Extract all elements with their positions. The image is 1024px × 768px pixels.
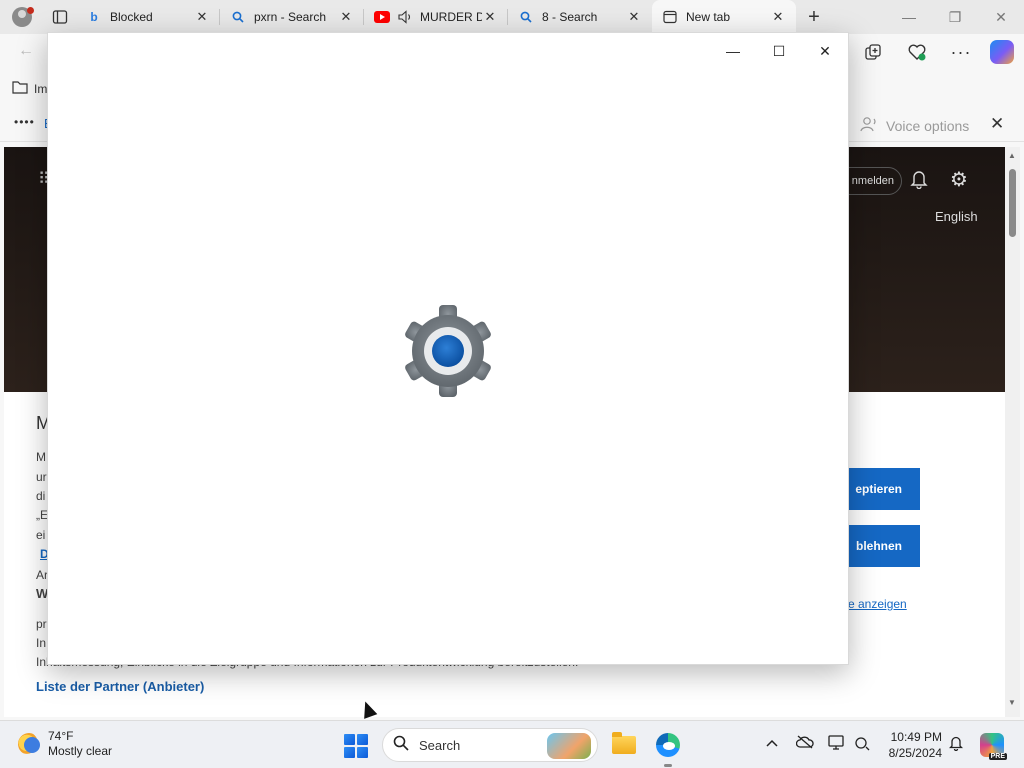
browser-essentials-icon[interactable]	[902, 40, 932, 64]
notification-center-icon[interactable]	[948, 735, 964, 754]
consent-text-line: ei	[36, 528, 46, 542]
network-icon[interactable]	[854, 735, 870, 754]
favorite-item[interactable]: Im	[12, 80, 47, 97]
clock-date: 8/25/2024	[888, 746, 942, 760]
consent-text-line: ur	[36, 470, 47, 484]
close-tab-icon[interactable]: ✕	[482, 9, 498, 25]
partners-list-link[interactable]: Liste der Partner (Anbieter)	[36, 679, 204, 694]
page-scrollbar[interactable]: ▲ ▼	[1005, 147, 1020, 717]
close-tab-icon[interactable]: ✕	[338, 9, 354, 25]
taskbar-search[interactable]: Search	[382, 728, 598, 762]
settings-window: — ☐ ✕	[47, 32, 849, 665]
scroll-up-icon[interactable]: ▲	[1008, 151, 1016, 160]
accept-label: eptieren	[855, 482, 902, 496]
folder-import-icon	[12, 80, 28, 97]
consent-text-line: M	[36, 450, 46, 464]
restore-icon[interactable]: ❐	[932, 0, 978, 34]
language-selector[interactable]: English	[935, 209, 978, 224]
copilot-preview-icon[interactable]: PRE	[980, 733, 1007, 760]
scroll-down-icon[interactable]: ▼	[1008, 698, 1016, 707]
close-read-aloud-icon[interactable]: ✕	[990, 114, 1004, 134]
tab-label: Blocked	[110, 10, 153, 24]
close-tab-icon[interactable]: ✕	[626, 9, 642, 25]
profile-button[interactable]	[0, 0, 44, 34]
running-indicator	[664, 764, 672, 767]
signin-label: nmelden	[851, 175, 894, 187]
profile-alert-dot	[27, 7, 34, 14]
newtab-icon	[662, 9, 678, 25]
search-highlight-image	[547, 733, 591, 759]
back-arrow-icon[interactable]: ←	[18, 42, 34, 60]
voice-options-label: Voice options	[886, 117, 970, 134]
tab-label: MURDER D	[420, 10, 482, 24]
screen: b Blocked ✕ pxrn - Search ✕ MURDER D ✕ 8…	[0, 0, 1024, 768]
minimize-icon[interactable]: —	[710, 37, 756, 65]
search-label: Search	[419, 737, 461, 753]
tab-label: pxrn - Search	[254, 10, 327, 24]
edge-icon[interactable]	[652, 729, 684, 761]
collections-icon[interactable]	[858, 40, 888, 64]
consent-text-line: pr	[36, 617, 47, 631]
consent-text-line: di	[36, 489, 46, 503]
tab-8-search[interactable]: 8 - Search ✕	[508, 0, 652, 34]
toolbar-right: ···	[858, 40, 1014, 64]
voice-icon	[860, 116, 878, 135]
settings-gear-icon	[398, 301, 498, 401]
chevron-up-icon[interactable]	[766, 735, 778, 751]
weather-icon	[18, 733, 40, 755]
weather-widget[interactable]: 74°F Mostly clear	[18, 729, 112, 759]
search-icon	[393, 735, 409, 756]
youtube-icon	[374, 9, 390, 25]
manage-options-link[interactable]: e anzeigen	[848, 597, 907, 611]
display-icon[interactable]	[828, 735, 846, 754]
search-icon	[518, 9, 534, 25]
consent-text-line: In	[36, 636, 47, 650]
tab-blocked[interactable]: b Blocked ✕	[76, 0, 220, 34]
maximize-icon[interactable]: ☐	[756, 37, 802, 65]
system-clock[interactable]: 10:49 PM 8/25/2024	[880, 729, 942, 761]
tab-murder[interactable]: MURDER D ✕	[364, 0, 508, 34]
close-window-icon[interactable]: ✕	[802, 37, 848, 65]
tab-actions-icon[interactable]	[44, 0, 76, 34]
pre-badge: PRE	[988, 753, 1007, 760]
clock-time: 10:49 PM	[890, 730, 942, 744]
tab-new-tab[interactable]: New tab ✕	[652, 0, 796, 34]
notifications-icon[interactable]	[910, 169, 928, 194]
scroll-thumb[interactable]	[1009, 169, 1016, 237]
start-button[interactable]	[344, 734, 368, 758]
new-tab-button[interactable]: +	[796, 0, 832, 34]
minimize-icon[interactable]: —	[886, 0, 932, 34]
close-tab-icon[interactable]: ✕	[770, 9, 786, 25]
onedrive-off-icon[interactable]	[795, 735, 814, 752]
tab-label: New tab	[686, 10, 731, 24]
bing-icon: b	[90, 10, 98, 24]
tab-label: 8 - Search	[542, 10, 598, 24]
copilot-icon[interactable]	[990, 40, 1014, 64]
weather-temp: 74°F	[48, 729, 74, 743]
search-icon	[230, 9, 246, 25]
file-explorer-icon[interactable]	[608, 729, 640, 761]
voice-options-button[interactable]: Voice options	[860, 116, 969, 135]
browser-tab-strip: b Blocked ✕ pxrn - Search ✕ MURDER D ✕ 8…	[0, 0, 1024, 34]
tab-pxrn-search[interactable]: pxrn - Search ✕	[220, 0, 364, 34]
close-window-icon[interactable]: ✕	[978, 0, 1024, 34]
weather-condition: Mostly clear	[48, 744, 113, 758]
read-aloud-menu-icon[interactable]: ••••	[14, 115, 35, 129]
favorite-label: Im	[34, 81, 48, 96]
taskbar: 74°F Mostly clear Search 10:49 PM 8/25/2…	[0, 720, 1024, 768]
close-tab-icon[interactable]: ✕	[194, 9, 210, 25]
reject-label: blehnen	[855, 539, 902, 553]
page-settings-icon[interactable]: ⚙	[950, 167, 968, 192]
weather-text: 74°F Mostly clear	[48, 729, 112, 759]
speaker-icon[interactable]	[398, 9, 414, 25]
more-options-icon[interactable]: ···	[946, 40, 976, 64]
